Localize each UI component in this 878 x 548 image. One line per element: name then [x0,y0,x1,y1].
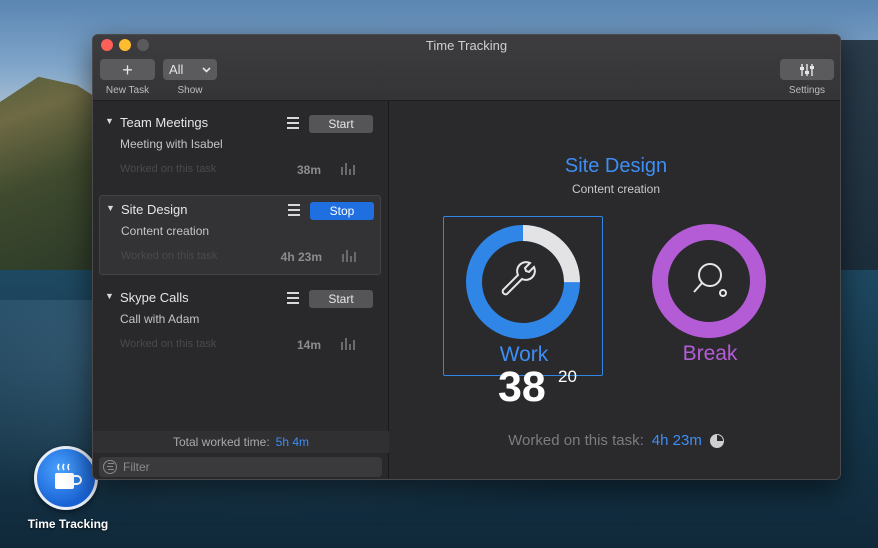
break-ring [652,224,766,338]
dock-app-label: Time Tracking [27,517,109,531]
total-worked-time: Total worked time: 5h 4m [93,431,389,453]
timer-minutes: 38 [498,363,546,411]
new-task-button[interactable]: + [100,59,155,80]
pie-chart-icon[interactable] [709,433,724,448]
hamburger-icon[interactable] [287,117,299,129]
work-ring [466,225,580,339]
show-select[interactable]: All [163,59,217,80]
dock-app-icon[interactable] [34,446,98,510]
filter-icon [103,460,117,474]
total-label: Total worked time: [172,435,270,449]
sliders-icon [800,63,814,76]
task-worked-label: Worked on this task [120,338,217,350]
task-time: 4h 23m [280,250,322,264]
disclosure-triangle-icon[interactable]: ▼ [106,203,115,213]
titlebar: Time Tracking + New Task All Show Settin… [93,35,840,101]
stop-button[interactable]: Stop [310,202,374,220]
task-subtitle: Meeting with Isabel [120,137,223,151]
coffee-cup-icon [55,463,82,489]
show-select-value: All [169,62,184,77]
disclosure-triangle-icon[interactable]: ▼ [105,291,114,301]
filter-placeholder: Filter [123,460,150,474]
bar-chart-icon[interactable] [341,162,357,175]
settings-label: Settings [788,85,826,96]
task-name: Site Design [121,202,188,217]
new-task-label: New Task [105,85,150,96]
window-title: Time Tracking [425,38,508,53]
total-value: 5h 4m [275,435,310,449]
plus-icon: + [122,59,133,80]
task-time: 38m [296,163,321,177]
start-button[interactable]: Start [309,115,373,133]
break-label: Break [682,342,738,365]
work-mode-button[interactable]: Work [443,216,603,376]
start-button[interactable]: Start [309,290,373,308]
settings-button[interactable] [780,59,834,80]
current-task-title: Site Design [564,155,668,177]
current-task-subtitle: Content creation [571,182,661,196]
task-subtitle: Call with Adam [120,312,200,326]
task-worked-label: Worked on this task [120,163,217,175]
bar-chart-icon[interactable] [342,249,358,262]
wrench-icon [501,261,536,296]
hamburger-icon[interactable] [287,292,299,304]
filter-field[interactable]: Filter [99,457,382,477]
chevron-down-icon [202,66,211,73]
task-time: 14m [296,338,321,352]
hamburger-icon[interactable] [288,204,300,216]
show-label: Show [177,85,203,96]
task-name: Team Meetings [120,115,209,130]
break-mode-button[interactable]: Break [630,216,790,376]
disclosure-triangle-icon[interactable]: ▼ [105,116,114,126]
worked-label: Worked on this task: [508,432,644,449]
task-row[interactable]: ▼ Team Meetings Meeting with Isabel Star… [99,109,381,189]
app-window: Time Tracking + New Task All Show Settin… [92,34,841,480]
task-name: Skype Calls [120,290,189,305]
task-sidebar: ▼ Team Meetings Meeting with Isabel Star… [93,101,389,479]
task-worked-label: Worked on this task [121,250,218,262]
task-detail: Site Design Content creation Work Break … [390,101,840,479]
timer-seconds: 20 [558,367,577,386]
bar-chart-icon[interactable] [341,337,357,350]
task-subtitle: Content creation [121,224,210,238]
worked-on-task: Worked on this task: 4h 23m [390,432,840,449]
task-row[interactable]: ▼ Skype Calls Call with Adam Start Worke… [99,284,381,364]
worked-value: 4h 23m [651,432,702,449]
task-row-selected[interactable]: ▼ Site Design Content creation Stop Work… [99,195,381,275]
ping-pong-icon [693,263,727,297]
